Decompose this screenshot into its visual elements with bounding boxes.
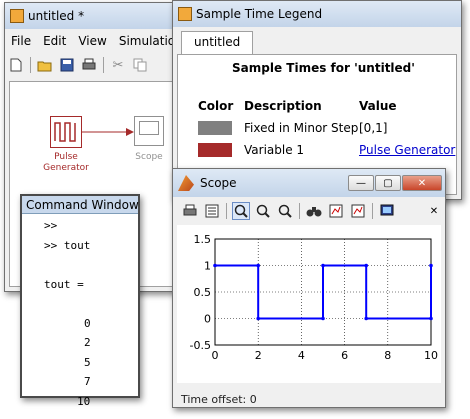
scope-plot-area[interactable]: 0 2 4 6 8 10 -0.5 0 0.5 1 1.5 bbox=[177, 225, 441, 383]
toolbar-overflow-icon[interactable]: ✕ bbox=[425, 202, 443, 220]
data-point-marker bbox=[321, 316, 325, 321]
legend-heading: Sample Times for 'untitled' bbox=[232, 61, 415, 75]
legend-titlebar[interactable]: Sample Time Legend bbox=[173, 1, 461, 27]
data-point-marker bbox=[256, 316, 260, 321]
x-tick-label: 4 bbox=[298, 349, 305, 362]
command-window-title: Command Window bbox=[26, 198, 139, 212]
pulse-label-line2: Generator bbox=[43, 163, 89, 173]
simulink-legend-icon bbox=[178, 7, 192, 21]
copy-icon[interactable] bbox=[131, 56, 149, 74]
column-header-color: Color bbox=[198, 99, 234, 113]
data-point-marker bbox=[429, 316, 433, 321]
command-output[interactable]: >> >> tout tout = 0 2 5 7 10 bbox=[22, 214, 138, 408]
parameters-icon[interactable] bbox=[203, 202, 221, 220]
y-tick-label: -0.5 bbox=[190, 339, 211, 352]
y-tick-label: 1.5 bbox=[194, 233, 212, 246]
floating-scope-icon[interactable] bbox=[378, 202, 396, 220]
scope-titlebar[interactable]: Scope — ▢ ✕ bbox=[173, 169, 445, 197]
data-point-marker bbox=[364, 263, 368, 268]
scope-screen-icon bbox=[139, 121, 159, 135]
pulse-generator-link[interactable]: Pulse Generator bbox=[359, 143, 455, 157]
legend-title: Sample Time Legend bbox=[196, 7, 323, 21]
save-icon[interactable] bbox=[58, 56, 76, 74]
command-line bbox=[22, 294, 138, 314]
y-tick-label: 0.5 bbox=[194, 286, 212, 299]
x-tick-label: 10 bbox=[424, 349, 438, 362]
command-line: >> tout bbox=[44, 238, 91, 252]
data-point-marker bbox=[213, 263, 217, 268]
autoscale-binoculars-icon[interactable] bbox=[305, 202, 323, 220]
print-icon[interactable] bbox=[181, 202, 199, 220]
zoom-x-icon[interactable] bbox=[254, 202, 272, 220]
open-folder-icon[interactable] bbox=[36, 56, 54, 74]
scope-chart: 0 2 4 6 8 10-0.500.511.5 bbox=[190, 233, 438, 362]
command-window-titlebar[interactable]: Command Window bbox=[22, 196, 139, 214]
simulink-icon bbox=[10, 9, 24, 23]
command-line: tout = bbox=[44, 277, 84, 291]
scope-block-label: Scope bbox=[135, 152, 163, 162]
command-line bbox=[22, 255, 138, 275]
scope-window: Scope — ▢ ✕ ✕ 0 2 4 6 8 10 -0.5 0 0.5 1 1.5 Time o… bbox=[172, 168, 446, 408]
minimize-button[interactable]: — bbox=[348, 175, 374, 191]
x-tick-label: 6 bbox=[341, 349, 348, 362]
scope-toolbar: ✕ bbox=[173, 199, 445, 223]
signal-line[interactable] bbox=[82, 126, 136, 140]
data-point-marker bbox=[364, 316, 368, 321]
x-tick-label: 8 bbox=[384, 349, 391, 362]
save-axes-icon[interactable] bbox=[327, 202, 345, 220]
zoom-y-icon[interactable] bbox=[276, 202, 294, 220]
scope-status-text: Time offset: 0 bbox=[181, 393, 257, 406]
y-tick-label: 1 bbox=[204, 260, 211, 273]
menu-file[interactable]: File bbox=[5, 31, 37, 51]
y-tick-label: 0 bbox=[204, 313, 211, 326]
x-tick-label: 2 bbox=[255, 349, 262, 362]
scope-title: Scope bbox=[200, 176, 237, 190]
legend-tab[interactable]: untitled bbox=[181, 31, 254, 55]
maximize-button[interactable]: ▢ bbox=[375, 175, 401, 191]
data-point-marker bbox=[321, 263, 325, 268]
pulse-label-line1: Pulse bbox=[54, 152, 78, 162]
command-line: 2 bbox=[84, 336, 91, 349]
command-line: >> bbox=[44, 219, 58, 232]
menu-view[interactable]: View bbox=[72, 31, 112, 51]
data-point-marker bbox=[256, 263, 260, 268]
new-file-icon[interactable] bbox=[7, 56, 25, 74]
pulse-generator-block[interactable] bbox=[50, 116, 82, 148]
cut-icon[interactable]: ✂ bbox=[109, 56, 127, 74]
pulse-wave-icon bbox=[54, 122, 76, 142]
command-line: 0 bbox=[84, 316, 91, 330]
legend-row-description: Variable 1 bbox=[244, 143, 305, 157]
command-window: Command Window >> >> tout tout = 0 2 5 7… bbox=[20, 194, 140, 408]
command-line: 5 bbox=[84, 355, 91, 369]
legend-row-value: [0,1] bbox=[359, 121, 388, 135]
legend-row-color-swatch bbox=[198, 143, 232, 157]
legend-row-color-swatch bbox=[198, 121, 232, 135]
restore-axes-icon[interactable] bbox=[349, 202, 367, 220]
print-icon[interactable] bbox=[80, 56, 98, 74]
model-window-title: untitled * bbox=[28, 9, 85, 23]
close-button[interactable]: ✕ bbox=[402, 175, 442, 191]
x-tick-label: 0 bbox=[212, 349, 219, 362]
zoom-icon[interactable] bbox=[232, 202, 250, 220]
menu-edit[interactable]: Edit bbox=[37, 31, 72, 51]
data-point-marker bbox=[429, 263, 433, 268]
column-header-description: Description bbox=[244, 99, 322, 113]
legend-row-description: Fixed in Minor Step bbox=[244, 121, 359, 135]
pulse-generator-label: Pulse Generator bbox=[30, 152, 102, 174]
command-line: 10 bbox=[77, 394, 91, 408]
command-line: 7 bbox=[84, 375, 91, 388]
scope-block[interactable] bbox=[134, 116, 164, 146]
column-header-value: Value bbox=[359, 99, 397, 113]
matlab-icon bbox=[178, 175, 194, 191]
